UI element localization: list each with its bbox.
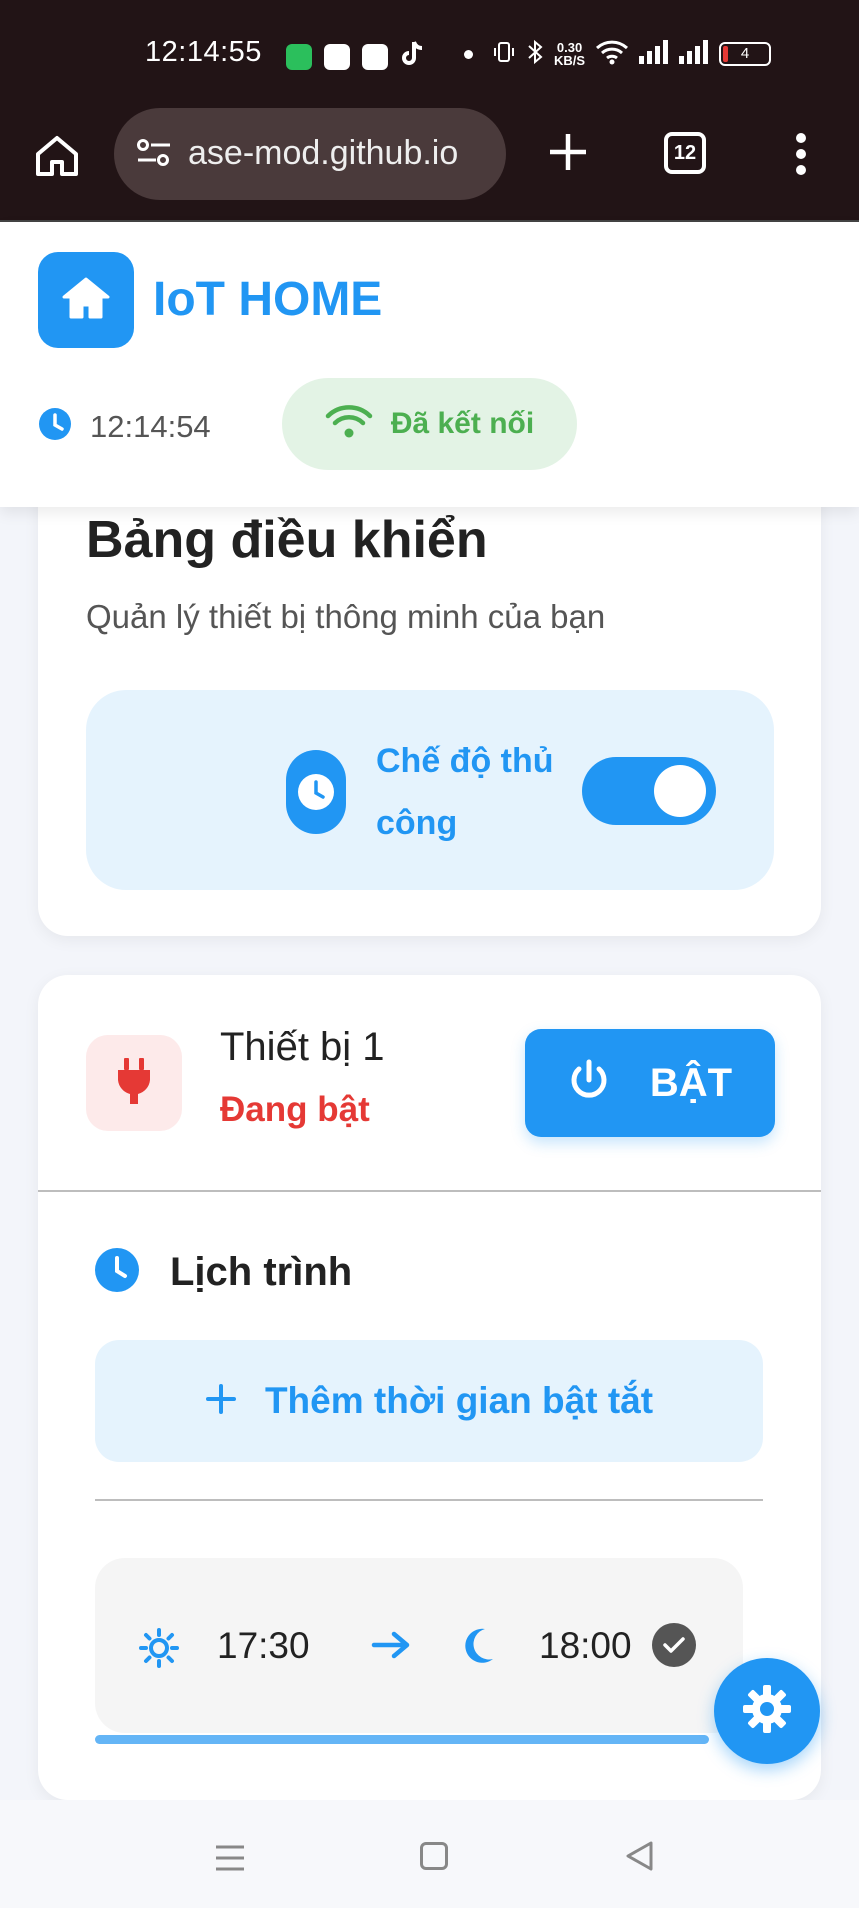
settings-fab[interactable] — [714, 1658, 820, 1764]
nav-back-icon[interactable] — [624, 1840, 654, 1877]
page-title: Bảng điều khiển — [86, 511, 488, 569]
tiktok-icon — [400, 40, 426, 73]
gear-icon — [741, 1683, 793, 1740]
system-icons: 0.30 KB/S 4 — [492, 36, 772, 72]
notification-icons — [286, 40, 426, 73]
status-time: 12:14:55 — [145, 36, 262, 68]
connection-status-text: Đã kết nối — [390, 407, 535, 440]
system-nav-bar — [0, 1800, 859, 1908]
check-icon[interactable] — [652, 1623, 696, 1667]
tab-count-button[interactable]: 12 — [664, 132, 706, 174]
signal-icon-1 — [639, 39, 669, 69]
nav-home-icon[interactable] — [420, 1842, 448, 1870]
toggle-knob — [654, 765, 706, 817]
dashboard-card: Bảng điều khiển Quản lý thiết bị thông m… — [38, 440, 821, 936]
power-button-label: BẬT — [649, 1060, 733, 1105]
sun-icon — [139, 1628, 179, 1673]
notification-dot — [464, 50, 473, 59]
address-bar[interactable]: ase-mod.github.io — [114, 108, 506, 200]
signal-icon-2 — [679, 39, 709, 69]
plug-icon — [114, 1056, 154, 1111]
shopee-icon — [324, 43, 350, 70]
plus-icon — [205, 1383, 237, 1420]
device-name: Thiết bị 1 — [220, 1025, 385, 1069]
schedule-on-time: 17:30 — [217, 1625, 310, 1666]
add-schedule-label: Thêm thời gian bật tắt — [264, 1380, 654, 1421]
schedule-item[interactable]: 17:30 18:00 — [95, 1558, 743, 1733]
clock-icon — [94, 1247, 140, 1298]
connection-status-badge: Đã kết nối — [282, 378, 577, 470]
schedule-title: Lịch trình — [170, 1250, 353, 1294]
browser-home-icon[interactable] — [34, 134, 80, 183]
bluetooth-icon — [526, 39, 544, 70]
manual-mode-panel: Chế độ thủ công — [86, 690, 774, 890]
battery-icon: 4 — [719, 42, 772, 66]
power-button[interactable]: BẬT — [525, 1029, 775, 1137]
battery-app-icon — [286, 43, 312, 70]
schedule-progress-bar — [95, 1735, 709, 1744]
manual-mode-label: Chế độ thủ công — [376, 742, 554, 842]
news-app-icon — [362, 43, 388, 70]
device-icon-box — [86, 1035, 182, 1131]
vibrate-icon — [492, 40, 516, 69]
browser-toolbar: ase-mod.github.io 12 — [0, 108, 859, 222]
divider — [95, 1499, 763, 1501]
home-icon — [60, 275, 112, 326]
wifi-icon — [595, 39, 629, 70]
header-clock: 12:14:54 — [38, 407, 211, 446]
wifi-icon — [325, 404, 373, 445]
arrow-right-icon — [371, 1630, 411, 1665]
manual-mode-toggle[interactable] — [582, 757, 716, 825]
divider — [38, 1190, 821, 1192]
schedule-header: Lịch trình — [94, 1247, 352, 1298]
network-speed: 0.30 KB/S — [554, 40, 586, 68]
power-icon — [568, 1059, 610, 1108]
app-title: IoT HOME — [153, 273, 383, 326]
app-header: IoT HOME 12:14:54 Đã kết nối — [0, 222, 859, 507]
more-menu-icon[interactable] — [795, 132, 807, 181]
device-status: Đang bật — [220, 1090, 370, 1129]
recent-apps-icon[interactable] — [214, 1844, 246, 1877]
page-subtitle: Quản lý thiết bị thông minh của bạn — [86, 598, 606, 635]
clock-icon — [38, 407, 72, 446]
add-schedule-button[interactable]: Thêm thời gian bật tắt — [95, 1340, 763, 1462]
new-tab-icon[interactable] — [546, 130, 590, 179]
device-card: Thiết bị 1 Đang bật BẬT Lịch trình Thêm … — [38, 975, 821, 1800]
moon-icon — [461, 1626, 495, 1669]
current-time: 12:14:54 — [90, 408, 211, 444]
site-settings-icon[interactable] — [136, 138, 172, 173]
clock-icon — [286, 750, 346, 834]
logo — [38, 252, 134, 348]
url-text: ase-mod.github.io — [188, 134, 459, 172]
schedule-off-time: 18:00 — [539, 1625, 632, 1666]
status-bar: 12:14:55 0.30 KB/S 4 — [0, 0, 859, 108]
